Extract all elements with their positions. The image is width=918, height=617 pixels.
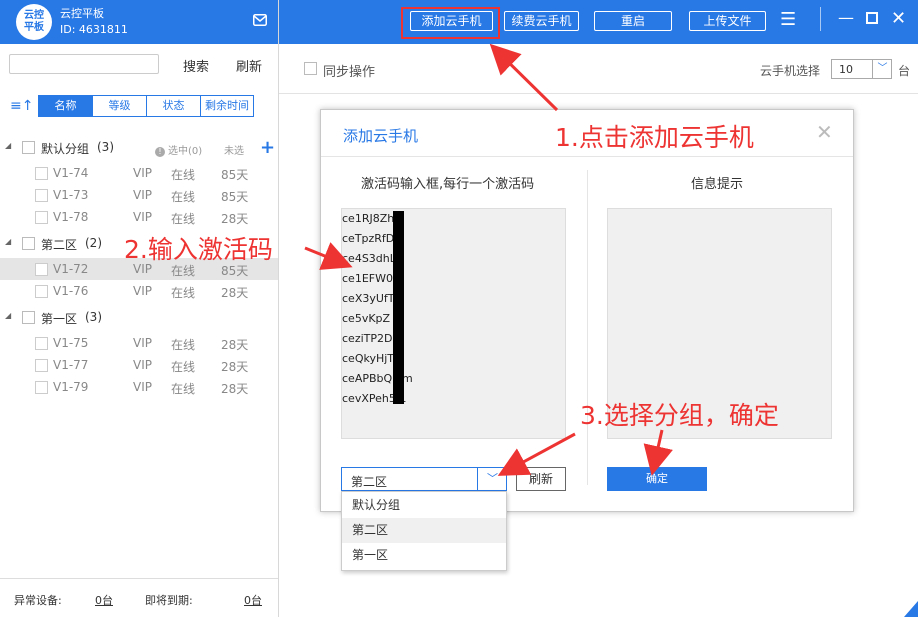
arrow-step3a	[497, 432, 576, 476]
annotation-arrows	[304, 43, 673, 476]
annotation-step1: 1.点击添加云手机	[555, 123, 754, 152]
arrow-step3b	[643, 429, 673, 476]
annotation-step3: 3.选择分组，确定	[580, 401, 779, 430]
corner-mark	[904, 601, 918, 617]
annotation-step2: 2.输入激活码	[124, 235, 273, 264]
arrow-step1	[489, 43, 559, 112]
arrow-step2	[304, 242, 353, 270]
